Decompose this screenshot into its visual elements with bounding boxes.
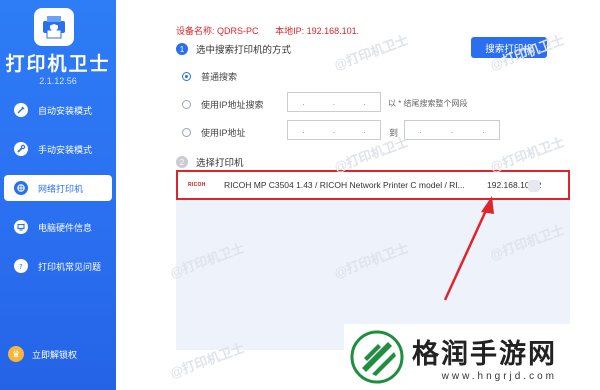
sidebar-item-hardware-info[interactable]: 电脑硬件信息 xyxy=(4,214,112,240)
step-1: 1 选中搜索打印机的方式 xyxy=(176,42,291,56)
ip-search-hint: 以 * 结尾搜索整个网段 xyxy=(388,99,468,108)
vip-unlock-button[interactable]: ♛ 立即解锁权 xyxy=(8,346,77,362)
option-normal-search[interactable]: 普通搜索 xyxy=(182,70,237,83)
sidebar-item-auto-install[interactable]: 自动安装模式 xyxy=(4,97,112,123)
printer-name: RICOH MP C3504 1.43 / RICOH Network Prin… xyxy=(224,180,465,190)
sidebar-nav: 自动安装模式 手动安装模式 网络打印机 电脑硬件信息 ? 打印机常见问题 xyxy=(0,97,116,292)
app-version: 2.1.12.56 xyxy=(39,76,77,86)
step-number: 2 xyxy=(176,156,188,168)
step-number: 1 xyxy=(176,43,188,55)
radio-normal-search[interactable] xyxy=(182,72,191,81)
printer-list-item[interactable]: RICOH RICOH MP C3504 1.43 / RICOH Networ… xyxy=(176,170,570,200)
sidebar-item-manual-install[interactable]: 手动安装模式 xyxy=(4,136,112,162)
ricoh-logo: RICOH xyxy=(188,182,206,188)
ip-range-end-input[interactable]: ... xyxy=(404,120,500,140)
printer-status-icon xyxy=(528,180,540,192)
option-label: 使用IP地址搜索 xyxy=(201,100,264,110)
step-label: 选择打印机 xyxy=(196,158,244,169)
step-2: 2 选择打印机 xyxy=(176,155,244,169)
local-ip-value: 192.168.101. xyxy=(306,26,360,36)
step-label: 选中搜索打印机的方式 xyxy=(196,45,292,56)
vip-label: 立即解锁权 xyxy=(32,349,78,360)
network-icon xyxy=(14,181,28,195)
option-label: 普通搜索 xyxy=(201,72,238,82)
option-ip-range[interactable]: 使用IP地址 xyxy=(182,126,246,139)
sidebar-item-label: 网络打印机 xyxy=(38,183,84,194)
crown-icon: ♛ xyxy=(8,346,24,362)
wrench-icon xyxy=(14,142,28,156)
magic-icon xyxy=(14,103,28,117)
radio-ip-range[interactable] xyxy=(182,128,191,137)
app-logo xyxy=(34,8,74,46)
sidebar-item-label: 手动安装模式 xyxy=(38,144,93,155)
question-icon: ? xyxy=(14,259,28,273)
hardware-icon xyxy=(14,220,28,234)
option-label: 使用IP地址 xyxy=(201,128,246,138)
site-url: www.hngrjd.com xyxy=(441,371,557,382)
range-to-label: 到 xyxy=(389,128,399,138)
app-title: 打印机卫士 xyxy=(5,54,111,75)
device-info: 设备名称: QDRS-PC 本地IP: 192.168.101. xyxy=(176,24,373,37)
sidebar-item-label: 电脑硬件信息 xyxy=(38,222,93,233)
site-brand-badge: 格润手游网 www.hngrjd.com xyxy=(344,324,600,390)
device-name-label: 设备名称: xyxy=(176,26,215,36)
ip-range-start-input[interactable]: ... xyxy=(287,120,381,140)
search-printer-button[interactable]: 搜索打印机 xyxy=(471,37,547,58)
sidebar-item-faq[interactable]: ? 打印机常见问题 xyxy=(4,253,112,279)
device-name-value: QDRS-PC xyxy=(217,26,259,36)
radio-ip-search[interactable] xyxy=(182,100,191,109)
ip-search-input[interactable]: ... xyxy=(287,92,381,112)
site-logo-icon xyxy=(350,330,404,384)
option-ip-search[interactable]: 使用IP地址搜索 xyxy=(182,98,264,111)
sidebar-item-label: 打印机常见问题 xyxy=(38,261,102,272)
local-ip-label: 本地IP: xyxy=(275,26,305,36)
sidebar: 打印机卫士 2.1.12.56 自动安装模式 手动安装模式 网络打印机 电脑硬件… xyxy=(0,0,116,390)
sidebar-item-label: 自动安装模式 xyxy=(38,105,93,116)
svg-text:?: ? xyxy=(19,263,23,271)
printer-shield-icon xyxy=(43,16,65,39)
site-name: 格润手游网 xyxy=(412,339,557,370)
sidebar-item-network-printer[interactable]: 网络打印机 xyxy=(4,175,112,201)
